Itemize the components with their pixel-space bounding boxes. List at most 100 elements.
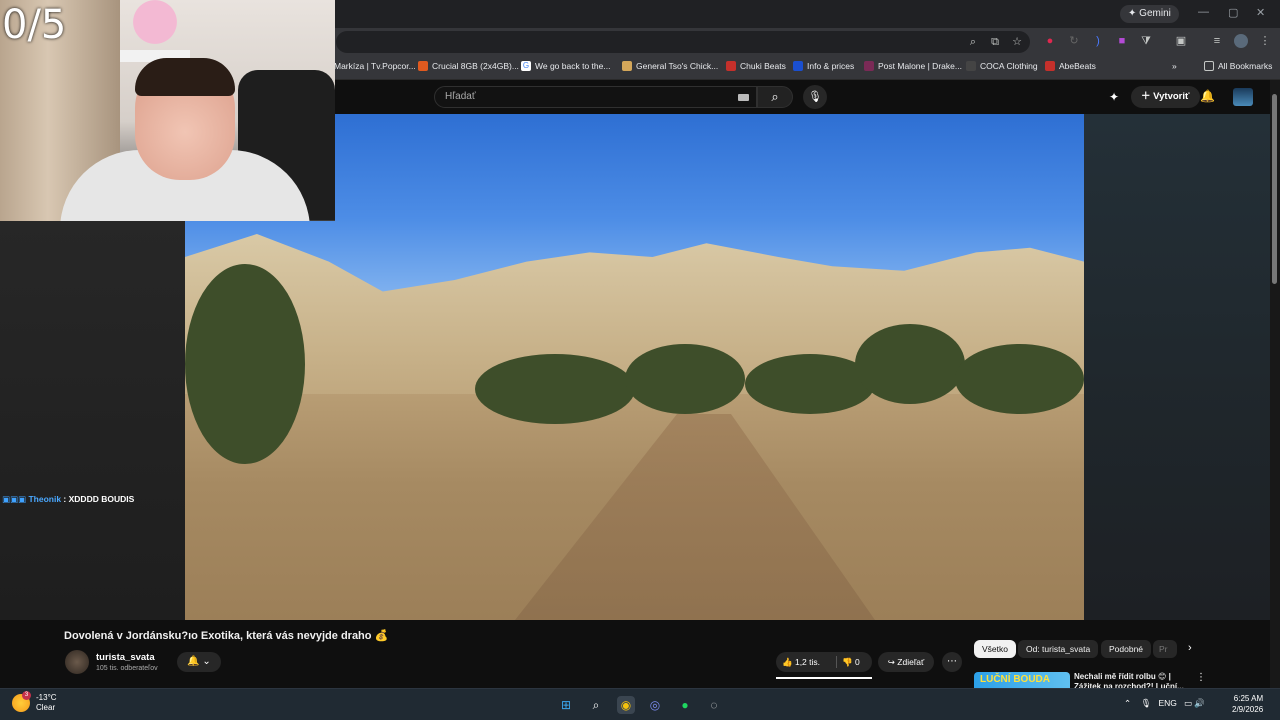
bookmark-item[interactable]: Chuki Beats — [726, 61, 786, 71]
extension-icon[interactable]: ■ — [1115, 34, 1129, 48]
taskbar-clock[interactable]: 6:25 AM 2/9/2026 — [1232, 693, 1263, 715]
sidebar-icon[interactable]: ▣ — [1174, 34, 1188, 48]
microphone-icon[interactable]: 🎙 — [1141, 698, 1152, 708]
windows-taskbar: -13°C Clear 3 ⊞ ⌕ ◉ ◎ ● ◌ ⌃ 🎙 ENG ▭ 🔊 6:… — [0, 688, 1280, 720]
video-title: Dovolená v Jordánsku?ıo Exotika, která v… — [64, 630, 389, 642]
bookmark-item[interactable]: G We go back to the... — [521, 61, 610, 71]
webcam-person-hair — [135, 58, 235, 96]
video-frame-bush — [955, 344, 1084, 414]
chip-partial[interactable]: Pr — [1153, 640, 1177, 658]
app-icon[interactable]: ◌ — [705, 696, 723, 714]
discord-icon[interactable]: ◎ — [646, 696, 664, 714]
search-button[interactable]: ⌕ — [757, 86, 793, 108]
chip-from-channel[interactable]: Od: turista_svata — [1018, 640, 1099, 658]
page-scrollbar[interactable] — [1270, 80, 1280, 688]
subscriber-count: 105 tis. odberateľov — [96, 665, 158, 672]
chevron-right-icon[interactable]: › — [1188, 642, 1192, 654]
install-icon[interactable]: ⧉ — [988, 35, 1002, 49]
chip-related[interactable]: Podobné — [1101, 640, 1152, 658]
chat-separator: : — [61, 494, 69, 504]
like-dislike-group: 👍 1,2 tis. 👎 0 — [776, 652, 872, 672]
weather-condition: Clear — [36, 703, 56, 712]
bookmark-favicon-icon — [726, 61, 736, 71]
network-icon[interactable]: ▭ — [1184, 698, 1192, 708]
chrome-icon[interactable]: ◉ — [617, 696, 635, 714]
subscription-bell-button[interactable]: 🔔 ⌄ — [177, 652, 221, 672]
all-bookmarks-folder[interactable]: All Bookmarks — [1204, 61, 1272, 71]
profile-avatar-icon[interactable] — [1234, 34, 1248, 48]
search-icon[interactable]: ⌕ — [587, 696, 605, 714]
keyboard-icon[interactable] — [738, 94, 749, 101]
bookmark-item[interactable]: COCA Clothing — [966, 61, 1038, 71]
clock-time: 6:25 AM — [1233, 694, 1264, 703]
extension-icon[interactable]: ) — [1091, 34, 1105, 48]
webcam-plush-toy — [120, 0, 190, 55]
bookmark-item[interactable]: General Tso's Chick... — [622, 61, 718, 71]
like-underline — [776, 677, 872, 679]
address-bar[interactable]: ⌕ ⧉ ☆ — [336, 31, 1030, 53]
browser-menu-icon[interactable]: ⋮ — [1258, 34, 1272, 48]
zoom-icon[interactable]: ⌕ — [966, 35, 980, 49]
like-button[interactable]: 👍 1,2 tis. — [782, 652, 820, 672]
tab-search-icon[interactable]: ≡ — [1210, 34, 1224, 48]
bookmark-item[interactable]: Info & prices — [793, 61, 854, 71]
video-info-area: Dovolená v Jordánsku?ıo Exotika, která v… — [0, 620, 1270, 688]
search-icon: ⌕ — [771, 89, 779, 104]
more-horizontal-icon: ⋯ — [947, 656, 957, 667]
close-icon[interactable]: ✕ — [1256, 6, 1265, 19]
like-divider — [836, 656, 837, 668]
chat-text: XDDDD BOUDIS — [68, 494, 135, 504]
extension-record-icon[interactable]: ● — [1043, 34, 1057, 48]
bookmarks-overflow-chevron-icon[interactable]: » — [1172, 61, 1177, 71]
chat-message: ▣▣▣ Theonik : XDDDD BOUDIS — [2, 494, 134, 505]
windows-start-icon[interactable]: ⊞ — [557, 696, 575, 714]
dislike-button[interactable]: 👎 0 — [842, 652, 860, 672]
channel-avatar[interactable] — [65, 650, 89, 674]
search-input[interactable]: Hľadať — [434, 86, 757, 108]
chat-username: Theonik — [28, 494, 62, 504]
more-actions-button[interactable]: ⋯ — [942, 652, 962, 672]
language-indicator[interactable]: ENG — [1158, 698, 1176, 708]
thumbs-down-icon: 👎 — [842, 657, 853, 667]
create-button[interactable]: ＋ Vytvoriť — [1131, 86, 1200, 108]
gemini-spark-icon[interactable]: ✦ — [1109, 90, 1119, 104]
bookmark-favicon-icon — [864, 61, 874, 71]
recommendation-title[interactable]: Nechali mě řídit rolbu 😊 | Zážitek na ro… — [1074, 672, 1184, 688]
maximize-icon[interactable]: ▢ — [1228, 6, 1238, 19]
ambient-left-panel — [0, 221, 185, 620]
bookmark-item[interactable]: Crucial 8GB (2x4GB)... — [418, 61, 519, 71]
voice-search-button[interactable]: 🎙 — [803, 85, 827, 109]
clock-date: 2/9/2026 — [1232, 705, 1264, 714]
channel-name[interactable]: turista_svata — [96, 652, 155, 663]
chip-all[interactable]: Všetko — [974, 640, 1016, 658]
recommendation-thumbnail[interactable]: LUČNÍ BOUDA — [974, 672, 1070, 688]
volume-icon[interactable]: 🔊 — [1194, 698, 1205, 708]
bookmark-item[interactable]: AbeBeats — [1045, 61, 1096, 71]
weather-widget[interactable]: -13°C Clear — [12, 693, 57, 713]
spotify-icon[interactable]: ● — [676, 696, 694, 714]
notifications-bell-icon[interactable]: 🔔 — [1200, 89, 1215, 103]
bookmark-favicon-icon — [418, 61, 428, 71]
chat-badges-icon: ▣▣▣ — [2, 494, 27, 504]
tray-overflow-chevron-icon[interactable]: ⌃ — [1124, 698, 1131, 708]
video-frame-bush — [185, 264, 305, 464]
video-frame-bush — [625, 344, 745, 414]
google-icon: G — [521, 61, 531, 71]
chevron-down-icon: ⌄ — [202, 656, 211, 667]
weather-temperature: -13°C — [36, 693, 57, 702]
extension-icon[interactable]: ↻ — [1067, 34, 1081, 48]
microphone-icon: 🎙 — [808, 91, 822, 103]
minimize-icon[interactable]: — — [1198, 6, 1209, 18]
bookmark-star-icon[interactable]: ☆ — [1010, 35, 1024, 49]
recommendation-menu-icon[interactable]: ⋮ — [1196, 672, 1206, 683]
bookmark-item[interactable]: Post Malone | Drake... — [864, 61, 962, 71]
share-button[interactable]: ↪ Zdieľať — [878, 652, 934, 672]
bookmark-item[interactable]: Markíza | Tv.Popcor... — [334, 61, 416, 71]
extensions-puzzle-icon[interactable]: ⧩ — [1139, 34, 1153, 48]
video-frame-bush — [855, 324, 965, 404]
scrollbar-thumb[interactable] — [1272, 94, 1277, 284]
account-avatar[interactable] — [1233, 88, 1253, 106]
share-icon: ↪ — [887, 657, 895, 667]
system-tray: ⌃ 🎙 ENG ▭ 🔊 — [1124, 698, 1205, 709]
gemini-button[interactable]: ✦ Gemini — [1120, 5, 1179, 23]
